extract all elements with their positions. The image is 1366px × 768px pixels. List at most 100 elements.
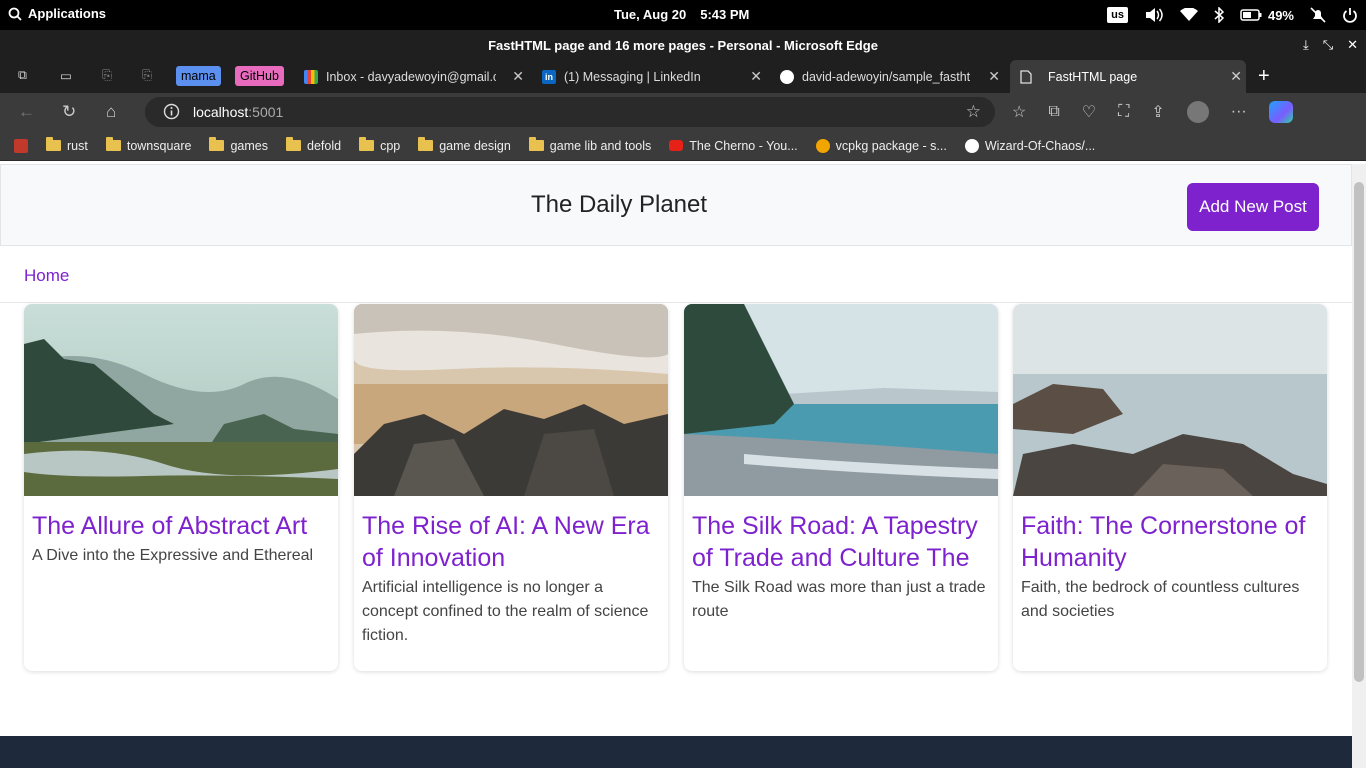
window-controls: ⤓ ⤡ ✕ <box>1303 37 1358 53</box>
folder-icon <box>359 137 375 151</box>
address-bar[interactable]: localhost:5001 ☆ <box>145 97 995 127</box>
post-card[interactable]: The Rise of AI: A New Era of Innovation … <box>354 304 668 671</box>
post-title[interactable]: The Silk Road: A Tapestry of Trade and C… <box>692 510 990 574</box>
new-tab-icon[interactable]: + <box>1258 65 1270 88</box>
gmail-icon <box>304 69 318 84</box>
restore-icon[interactable]: ⤡ <box>1323 37 1333 53</box>
search-icon <box>8 7 22 21</box>
applications-menu[interactable]: Applications <box>8 6 106 21</box>
divider <box>0 302 1352 303</box>
bookmark-vcpkg[interactable]: vcpkg package - s... <box>815 138 947 153</box>
tab-github[interactable]: david-adewoyin/sample_fastht ✕ <box>770 60 1004 93</box>
linkedin-icon: in <box>542 69 556 84</box>
applications-label: Applications <box>28 6 107 21</box>
bookmark-folder-games[interactable]: games <box>209 137 268 153</box>
post-card[interactable]: The Silk Road: A Tapestry of Trade and C… <box>684 304 998 671</box>
post-card[interactable]: The Allure of Abstract Art A Dive into t… <box>24 304 338 671</box>
bookmark-folder-cpp[interactable]: cpp <box>359 137 401 153</box>
clock-time: 5:43 PM <box>700 7 750 22</box>
page-scrollbar[interactable] <box>1352 164 1366 768</box>
keyboard-layout-indicator[interactable]: us <box>1107 7 1128 23</box>
info-icon[interactable] <box>163 103 180 120</box>
post-image-rocky-coast[interactable] <box>1013 304 1327 496</box>
github-icon <box>780 69 794 84</box>
bookmark-folder-townsquare[interactable]: townsquare <box>105 137 192 153</box>
url-text[interactable]: localhost:5001 <box>193 104 283 120</box>
screenshot-icon[interactable]: ⛶ <box>1118 103 1129 121</box>
tab-label: (1) Messaging | LinkedIn <box>564 69 701 84</box>
battery-indicator[interactable]: 49% <box>1240 8 1294 23</box>
home-icon[interactable]: ⌂ <box>106 102 116 122</box>
site-footer <box>0 736 1352 768</box>
tab-group-mama[interactable]: mama <box>176 66 221 86</box>
collapsed-tab-group-icon[interactable]: ⎘ <box>102 68 112 83</box>
bookmark-the-cherno[interactable]: The Cherno - You... <box>669 138 798 153</box>
workspaces-icon[interactable]: ⧉ <box>18 68 27 83</box>
tab-group-github[interactable]: GitHub <box>235 66 284 86</box>
post-image-art <box>684 304 998 496</box>
url-host: localhost <box>193 104 249 120</box>
copilot-icon[interactable] <box>1268 101 1293 123</box>
bluetooth-icon[interactable] <box>1214 7 1224 23</box>
add-new-post-button[interactable]: Add New Post <box>1187 183 1319 231</box>
close-tab-icon[interactable]: ✕ <box>512 68 524 85</box>
post-image-art <box>1013 304 1327 496</box>
home-link[interactable]: Home <box>24 266 69 286</box>
profile-avatar[interactable] <box>1186 101 1209 123</box>
favorites-icon[interactable]: ☆ <box>1012 102 1026 122</box>
tab-label: FastHTML page <box>1048 69 1138 84</box>
bookmark-label: games <box>230 138 268 153</box>
bookmark-folder-defold[interactable]: defold <box>286 137 341 153</box>
tab-actions-icon[interactable]: ▭ <box>60 68 72 83</box>
volume-icon[interactable] <box>1144 7 1164 23</box>
bookmark-label: game design <box>439 138 511 153</box>
post-title[interactable]: The Rise of AI: A New Era of Innovation <box>362 510 660 574</box>
browser-essentials-icon[interactable]: ♡ <box>1082 102 1096 122</box>
folder-icon <box>105 137 121 151</box>
system-tray: us 49% <box>1107 4 1358 26</box>
notifications-muted-icon[interactable] <box>1310 7 1326 23</box>
navigation-bar: ← ↻ ⌂ localhost:5001 ☆ ☆ ⧉ ♡ ⛶ ⇪ ··· <box>0 93 1366 131</box>
bookmark-label: The Cherno - You... <box>689 138 798 153</box>
tab-gmail[interactable]: Inbox - davyadewoyin@gmail.c ✕ <box>294 60 528 93</box>
refresh-icon[interactable]: ↻ <box>62 102 76 122</box>
share-icon[interactable]: ⇪ <box>1151 102 1164 122</box>
bookmark-folder-game-lib-and-tools[interactable]: game lib and tools <box>528 137 651 153</box>
collections-icon[interactable]: ⧉ <box>1048 103 1059 121</box>
bookmark-wizard-of-chaos[interactable]: Wizard-Of-Chaos/... <box>964 138 1095 153</box>
bookmark-folder-game-design[interactable]: game design <box>418 137 511 153</box>
post-image-pebble-shore[interactable] <box>684 304 998 496</box>
tab-fasthtml-page[interactable]: FastHTML page ✕ <box>1010 60 1246 93</box>
close-tab-icon[interactable]: ✕ <box>988 68 1000 85</box>
folder-icon <box>286 137 301 151</box>
post-image-beach-rocks[interactable] <box>354 304 668 496</box>
close-tab-icon[interactable]: ✕ <box>750 68 762 85</box>
post-card[interactable]: Faith: The Cornerstone of Humanity Faith… <box>1013 304 1327 671</box>
post-title[interactable]: The Allure of Abstract Art <box>32 510 330 542</box>
scrollbar-thumb[interactable] <box>1354 182 1364 682</box>
close-tab-icon[interactable]: ✕ <box>1230 68 1242 85</box>
collapsed-tab-group-icon-2[interactable]: ⎘ <box>142 68 152 83</box>
bookmark-app[interactable] <box>14 138 28 153</box>
window-title-bar: FastHTML page and 16 more pages - Person… <box>0 30 1366 60</box>
favorite-star-icon[interactable]: ☆ <box>966 102 981 122</box>
clock[interactable]: Tue, Aug 20 5:43 PM <box>614 7 749 22</box>
power-icon[interactable] <box>1342 7 1358 23</box>
tab-linkedin[interactable]: in (1) Messaging | LinkedIn ✕ <box>532 60 766 93</box>
more-options-icon[interactable]: ··· <box>1231 103 1247 121</box>
close-window-icon[interactable]: ✕ <box>1347 37 1358 53</box>
post-title[interactable]: Faith: The Cornerstone of Humanity <box>1021 510 1319 574</box>
bookmark-label: townsquare <box>126 138 192 153</box>
folder-icon <box>209 137 225 151</box>
minimize-icon[interactable]: ⤓ <box>1303 37 1309 53</box>
post-image-foggy-forest-river[interactable] <box>24 304 338 496</box>
site-header: The Daily Planet Add New Post <box>0 164 1352 246</box>
bookmark-label: cpp <box>380 138 401 153</box>
bookmark-folder-rust[interactable]: rust <box>46 137 88 153</box>
post-excerpt: A Dive into the Expressive and Ethereal <box>32 547 314 564</box>
folder-icon <box>528 137 544 151</box>
post-excerpt: Faith, the bedrock of countless cultures… <box>1021 579 1300 620</box>
wifi-icon[interactable] <box>1179 8 1198 22</box>
back-icon[interactable]: ← <box>18 102 35 122</box>
post-image-art <box>24 304 338 496</box>
